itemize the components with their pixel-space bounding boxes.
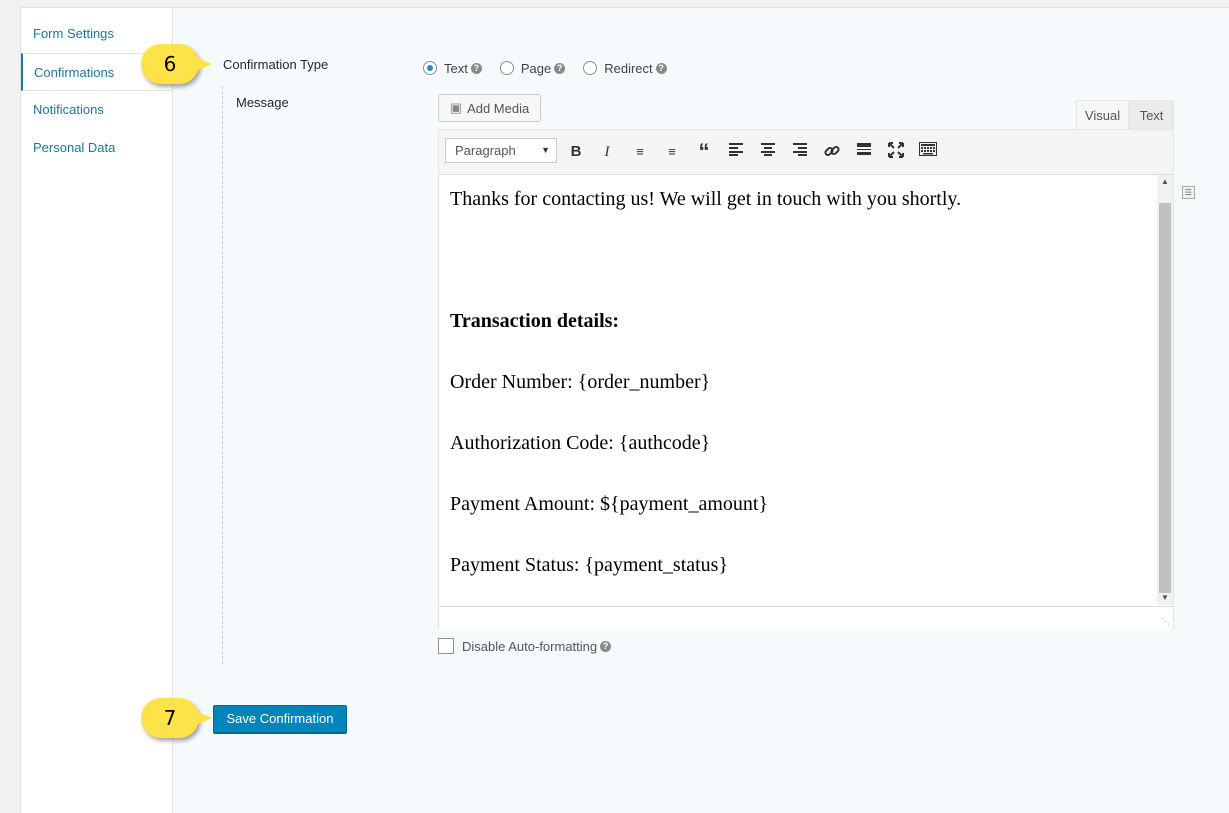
- tab-notifications[interactable]: Notifications: [21, 91, 172, 129]
- tab-text[interactable]: Text: [1129, 100, 1174, 129]
- radio-page[interactable]: [499, 61, 514, 75]
- help-icon[interactable]: ?: [655, 62, 667, 74]
- help-icon[interactable]: ?: [470, 62, 482, 74]
- message-line: Authorization Code: {authcode}: [450, 432, 711, 454]
- numbered-list-icon[interactable]: ≡: [662, 142, 682, 162]
- scroll-up-icon[interactable]: ▲: [1157, 175, 1173, 189]
- confirmation-editor-area: Confirmation Type Text ? Page ? Redirect…: [173, 8, 1229, 813]
- radio-redirect[interactable]: [583, 61, 598, 75]
- confirmation-type-label: Confirmation Type: [223, 57, 329, 72]
- rich-text-editor: Paragraph ▼ B I ≡ ≡ “ Thanks for contact…: [438, 129, 1174, 629]
- italic-icon[interactable]: I: [597, 142, 617, 162]
- disable-autoformat-checkbox[interactable]: [438, 638, 454, 654]
- message-label: Message: [236, 95, 289, 110]
- merge-tag-icon[interactable]: ☰: [1182, 186, 1195, 199]
- editor-statusbar: ⋱: [439, 606, 1173, 629]
- message-line: Thanks for contacting us! We will get in…: [450, 188, 962, 210]
- radio-text[interactable]: [423, 61, 437, 75]
- help-icon[interactable]: ?: [554, 62, 566, 74]
- radio-page-label: Page: [520, 60, 552, 76]
- step-callout-7: 7: [141, 698, 212, 738]
- bold-icon[interactable]: B: [566, 142, 586, 162]
- add-media-button[interactable]: ▣ Add Media: [438, 94, 541, 122]
- blockquote-icon[interactable]: “: [694, 141, 714, 163]
- editor-toolbar: Paragraph ▼ B I ≡ ≡ “: [439, 130, 1173, 175]
- radio-page-option[interactable]: Page ?: [499, 60, 566, 76]
- message-line: Payment Amount: ${payment_amount}: [450, 493, 769, 515]
- step-callout-6: 6: [141, 44, 212, 84]
- message-line: Transaction details:: [450, 310, 620, 332]
- chevron-down-icon: ▼: [541, 145, 550, 155]
- disable-autoformat-row: Disable Auto-formatting ?: [438, 638, 612, 654]
- save-confirmation-button[interactable]: Save Confirmation: [213, 705, 347, 733]
- align-right-icon[interactable]: [790, 142, 810, 162]
- confirmation-type-radios: Text ? Page ? Redirect ?: [423, 58, 685, 78]
- disable-autoformat-label: Disable Auto-formatting: [462, 638, 598, 654]
- toolbar-toggle-icon[interactable]: [918, 142, 938, 162]
- radio-redirect-label: Redirect: [604, 60, 653, 76]
- resize-handle-icon[interactable]: ⋱: [1162, 618, 1170, 626]
- message-line: Payment Status: {payment_status}: [450, 554, 729, 576]
- format-select-value: Paragraph: [455, 143, 516, 158]
- settings-tabs: Form Settings Confirmations Notification…: [21, 8, 173, 813]
- indent-divider: [222, 86, 223, 664]
- media-icon: ▣: [449, 100, 463, 115]
- fullscreen-icon[interactable]: [886, 142, 906, 162]
- tab-visual[interactable]: Visual: [1076, 100, 1129, 129]
- help-icon[interactable]: ?: [600, 640, 612, 652]
- align-left-icon[interactable]: [726, 142, 746, 162]
- scroll-thumb[interactable]: [1159, 203, 1171, 593]
- scroll-down-icon[interactable]: ▼: [1157, 591, 1173, 605]
- editor-content[interactable]: Thanks for contacting us! We will get in…: [439, 175, 1157, 605]
- editor-scrollbar[interactable]: ▲ ▼: [1157, 175, 1173, 605]
- radio-redirect-option[interactable]: Redirect ?: [583, 60, 667, 76]
- add-media-label: Add Media: [467, 100, 530, 116]
- bullet-list-icon[interactable]: ≡: [630, 142, 650, 162]
- align-center-icon[interactable]: [758, 142, 778, 162]
- read-more-icon[interactable]: [854, 142, 874, 162]
- tab-personal-data[interactable]: Personal Data: [21, 129, 172, 167]
- format-select[interactable]: Paragraph ▼: [445, 138, 557, 163]
- form-settings-panel: Form Settings Confirmations Notification…: [20, 7, 1229, 813]
- radio-text-label: Text: [444, 60, 468, 76]
- link-icon[interactable]: [822, 142, 842, 162]
- radio-text-option[interactable]: Text ?: [423, 61, 482, 76]
- message-line: Order Number: {order_number}: [450, 371, 711, 393]
